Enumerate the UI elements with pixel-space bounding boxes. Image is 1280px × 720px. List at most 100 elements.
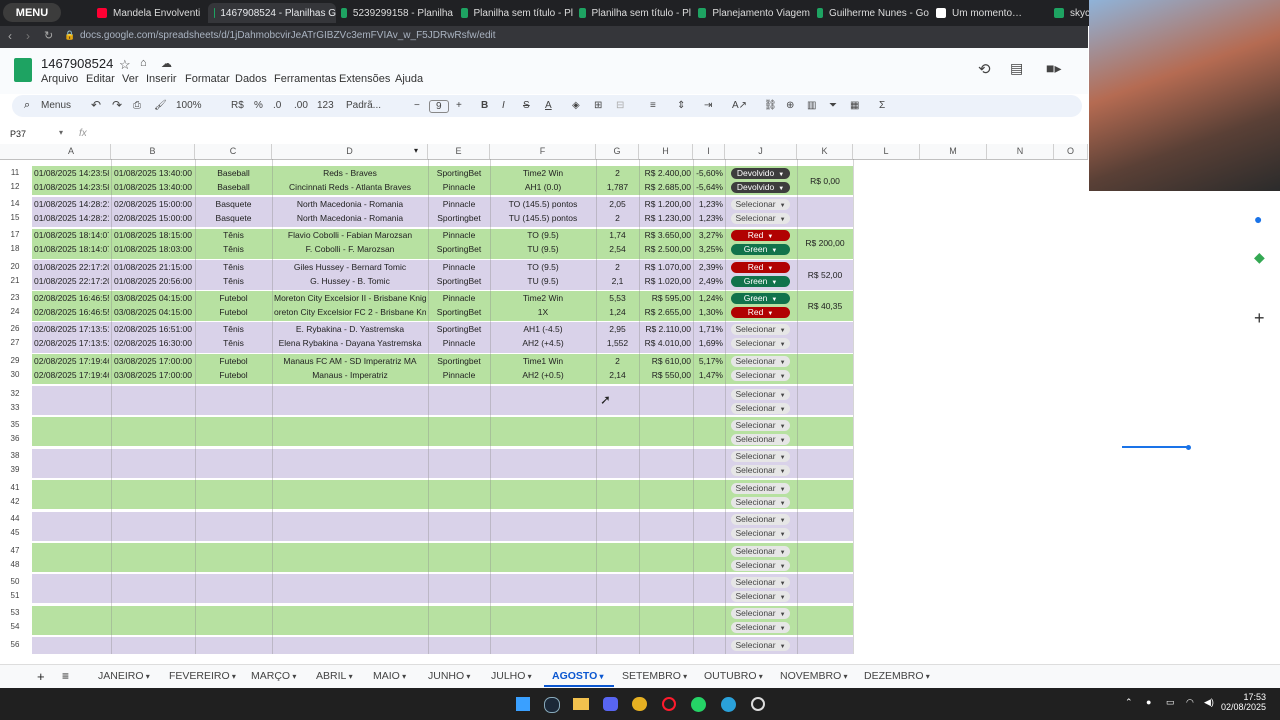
cell-i[interactable]: 2,39% [693,260,723,274]
status-dropdown[interactable]: Green ▼ [731,293,790,304]
sheet-tab-fevereiro[interactable]: FEVEREIRO ▾ [169,670,236,682]
status-dropdown[interactable]: Selecionar ▼ [731,560,790,571]
cell-c[interactable]: Tênis [195,336,270,350]
sheet-tab-dezembro[interactable]: DEZEMBRO ▾ [864,670,930,682]
cell-a[interactable]: 02/08/2025 17:13:51 [32,322,109,336]
column-header-e[interactable]: E [428,144,490,159]
mic-icon[interactable]: ● [1146,697,1151,707]
fill-color-icon[interactable]: ◈ [572,100,580,111]
cell-f[interactable]: AH2 (+4.5) [490,336,594,350]
cell-i[interactable]: 1,69% [693,336,723,350]
row-number[interactable]: 15 [0,213,30,222]
cell-d[interactable]: Moreton City Excelsior II - Brisbane Kni… [272,291,426,305]
cell-d[interactable]: Giles Hussey - Bernard Tomic [272,260,426,274]
cell-c[interactable]: Futebol [195,291,270,305]
status-dropdown[interactable]: Selecionar ▼ [731,389,790,400]
cell-a[interactable]: 01/08/2025 14:28:21 [32,197,109,211]
column-header-a[interactable]: A [32,144,111,159]
browser-tab[interactable]: 5239299158 - Planilha [335,3,453,23]
cell-g[interactable]: 2,05 [596,197,637,211]
wrap-icon[interactable]: ⇥ [704,100,712,111]
cell-e[interactable]: Pinnacle [428,197,488,211]
cloud-status-icon[interactable]: ☁ [161,57,172,70]
cell-g[interactable]: 2 [596,354,637,368]
cell-c[interactable]: Baseball [195,166,270,180]
browser-tab[interactable]: Guilherme Nunes - Go [811,3,929,23]
maps-icon[interactable]: ◆ [1254,249,1265,266]
sheet-tab-chevron-icon[interactable]: ▾ [841,672,847,681]
strikethrough-icon[interactable]: S [523,100,530,111]
cell-e[interactable]: Pinnacle [428,180,488,194]
cell-b[interactable]: 01/08/2025 18:15:00 [111,228,193,242]
status-dropdown[interactable]: Red ▼ [731,307,790,318]
search-icon[interactable]: ⌕ [24,99,30,112]
browser-tab[interactable]: 1467908524 - Planilhas G [208,3,336,23]
row-number[interactable]: 32 [0,389,30,398]
sheet-tab-chevron-icon[interactable]: ▾ [757,672,763,681]
column-header-l[interactable]: L [853,144,920,159]
undo-icon[interactable]: ↶ [91,98,101,112]
column-header-c[interactable]: C [195,144,272,159]
cell-a[interactable]: 02/08/2025 16:46:55 [32,305,109,319]
percent-button[interactable]: % [254,100,263,111]
taskbar-clock[interactable]: 17:53 02/08/2025 [1221,692,1266,712]
menu-ajuda[interactable]: Ajuda [395,73,423,85]
cell-c[interactable]: Tênis [195,274,270,288]
cell-f[interactable]: TU (9.5) [490,274,594,288]
column-header-k[interactable]: K [797,144,853,159]
cell-k[interactable]: R$ 0,00 [798,176,852,186]
row-number[interactable]: 53 [0,608,30,617]
contacts-icon[interactable]: ● [1254,211,1262,227]
windows-start-icon[interactable] [516,697,530,711]
browser-tab[interactable]: Planejamento Viagem [692,3,810,23]
row-number[interactable]: 54 [0,622,30,631]
status-dropdown[interactable]: Red ▼ [731,230,790,241]
sheets-logo-icon[interactable] [14,58,32,82]
cell-i[interactable]: 1,23% [693,197,723,211]
cell-a[interactable]: 01/08/2025 22:17:20 [32,260,109,274]
cell-e[interactable]: SportingBet [428,322,488,336]
row-number[interactable]: 12 [0,182,30,191]
redo-icon[interactable]: ↷ [112,98,122,112]
cell-b[interactable]: 03/08/2025 04:15:00 [111,305,193,319]
cell-e[interactable]: Sportingbet [428,354,488,368]
opera-gx-icon[interactable] [751,697,765,711]
functions-icon[interactable]: Σ [879,100,885,111]
row-number[interactable]: 30 [0,370,30,379]
cell-d[interactable]: E. Rybakina - D. Yastremska [272,322,426,336]
cell-h[interactable]: R$ 2.400,00 [639,166,691,180]
cell-e[interactable]: SportingBet [428,274,488,288]
cell-i[interactable]: -5,64% [693,180,723,194]
cell-e[interactable]: Pinnacle [428,228,488,242]
telegram-icon[interactable] [721,697,736,712]
row-number[interactable]: 45 [0,528,30,537]
cell-d[interactable]: Cincinnati Reds - Atlanta Braves [272,180,426,194]
merge-icon[interactable]: ⊟ [616,100,624,111]
cell-b[interactable]: 03/08/2025 17:00:00 [111,354,193,368]
cell-f[interactable]: Time1 Win [490,354,594,368]
row-number[interactable]: 36 [0,434,30,443]
opera-menu-button[interactable]: MENU [3,3,61,22]
cell-b[interactable]: 02/08/2025 15:00:00 [111,197,193,211]
column-header-f[interactable]: F [490,144,596,159]
row-number[interactable]: 38 [0,451,30,460]
sheet-tab-agosto[interactable]: AGOSTO ▾ [552,670,604,682]
status-dropdown[interactable]: Selecionar ▼ [731,199,790,210]
name-box-chevron-icon[interactable]: ▾ [59,128,63,137]
status-dropdown[interactable]: Devolvido ▼ [731,168,790,179]
row-number[interactable]: 51 [0,591,30,600]
font-size-plus[interactable]: + [456,100,462,111]
status-dropdown[interactable]: Selecionar ▼ [731,514,790,525]
cell-b[interactable]: 03/08/2025 04:15:00 [111,291,193,305]
status-dropdown[interactable]: Selecionar ▼ [731,497,790,508]
cell-k[interactable]: R$ 200,00 [798,238,852,248]
document-title[interactable]: 1467908524 [41,56,113,71]
sheet-tab-janeiro[interactable]: JANEIRO ▾ [98,670,150,682]
volume-icon[interactable]: ◀) [1204,697,1214,708]
cell-a[interactable]: 01/08/2025 14:23:58 [32,180,109,194]
cell-d[interactable]: oreton City Excelsior FC 2 - Brisbane Kn… [272,305,426,319]
cell-a[interactable]: 01/08/2025 18:14:07 [32,228,109,242]
row-number[interactable]: 29 [0,356,30,365]
status-dropdown[interactable]: Selecionar ▼ [731,483,790,494]
cell-h[interactable]: R$ 2.685,00 [639,180,691,194]
